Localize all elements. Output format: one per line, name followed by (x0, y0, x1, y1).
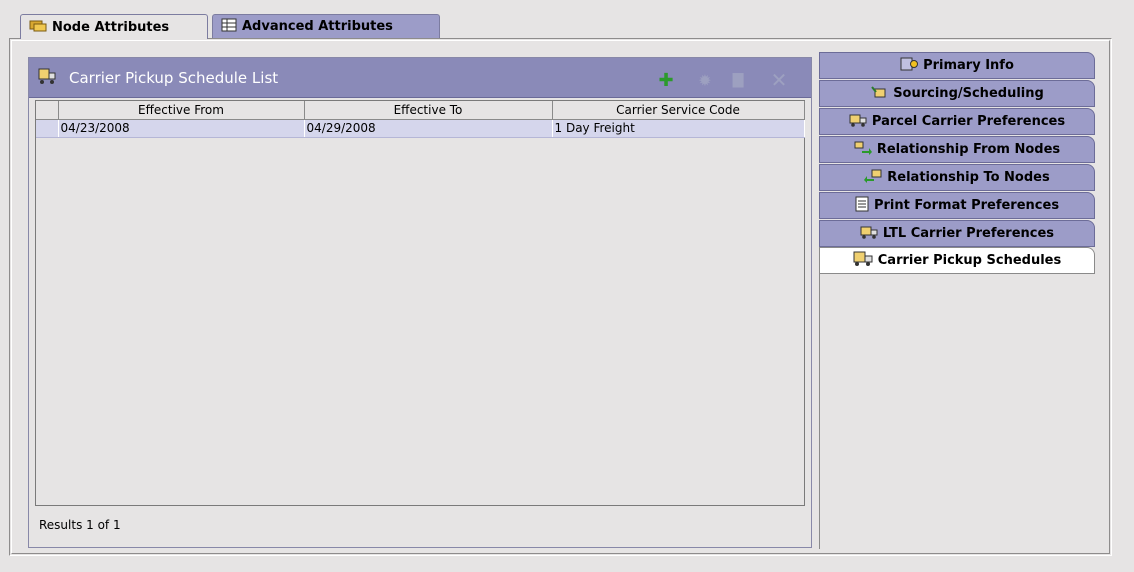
carrier-pickup-schedule-panel: Carrier Pickup Schedule List ✚ ✹ ▇ ✕ Eff… (28, 57, 812, 548)
tab-label: Advanced Attributes (242, 19, 393, 34)
row-selector[interactable] (36, 119, 59, 138)
tab-advanced-attributes[interactable]: Advanced Attributes (212, 14, 440, 38)
table-row[interactable]: 04/23/2008 04/29/2008 1 Day Freight (36, 119, 805, 138)
grid-icon (221, 18, 237, 36)
tab-carrier-pickup-schedules[interactable]: Carrier Pickup Schedules (819, 247, 1095, 274)
delete-icon[interactable]: ✕ (769, 68, 789, 92)
truck-icon (853, 251, 873, 271)
tab-label: Carrier Pickup Schedules (877, 253, 1062, 268)
column-header-effective-from[interactable]: Effective From (58, 101, 305, 120)
cell-effective-to[interactable]: 04/29/2008 (304, 119, 553, 138)
tab-label: Node Attributes (52, 19, 170, 35)
column-header-carrier-service-code[interactable]: Carrier Service Code (552, 101, 805, 120)
tab-node-attributes[interactable]: Node Attributes (20, 14, 208, 39)
node-icon (29, 18, 47, 36)
row-selector-header (36, 101, 59, 120)
cell-effective-from[interactable]: 04/23/2008 (58, 119, 305, 138)
column-header-effective-to[interactable]: Effective To (304, 101, 553, 120)
panel-title: Carrier Pickup Schedule List (69, 68, 279, 87)
save-icon[interactable]: ▇ (728, 70, 748, 90)
cell-carrier-service-code[interactable]: 1 Day Freight (552, 119, 805, 138)
truck-icon (37, 66, 57, 89)
side-tab-area (819, 273, 1095, 549)
add-icon[interactable]: ✚ (656, 70, 676, 91)
panel-header: Carrier Pickup Schedule List ✚ ✹ ▇ ✕ (29, 58, 811, 98)
gear-icon[interactable]: ✹ (695, 70, 715, 90)
table-header-row: Effective From Effective To Carrier Serv… (36, 101, 805, 120)
results-count: Results 1 of 1 (39, 518, 121, 532)
schedule-table: Effective From Effective To Carrier Serv… (35, 100, 805, 506)
